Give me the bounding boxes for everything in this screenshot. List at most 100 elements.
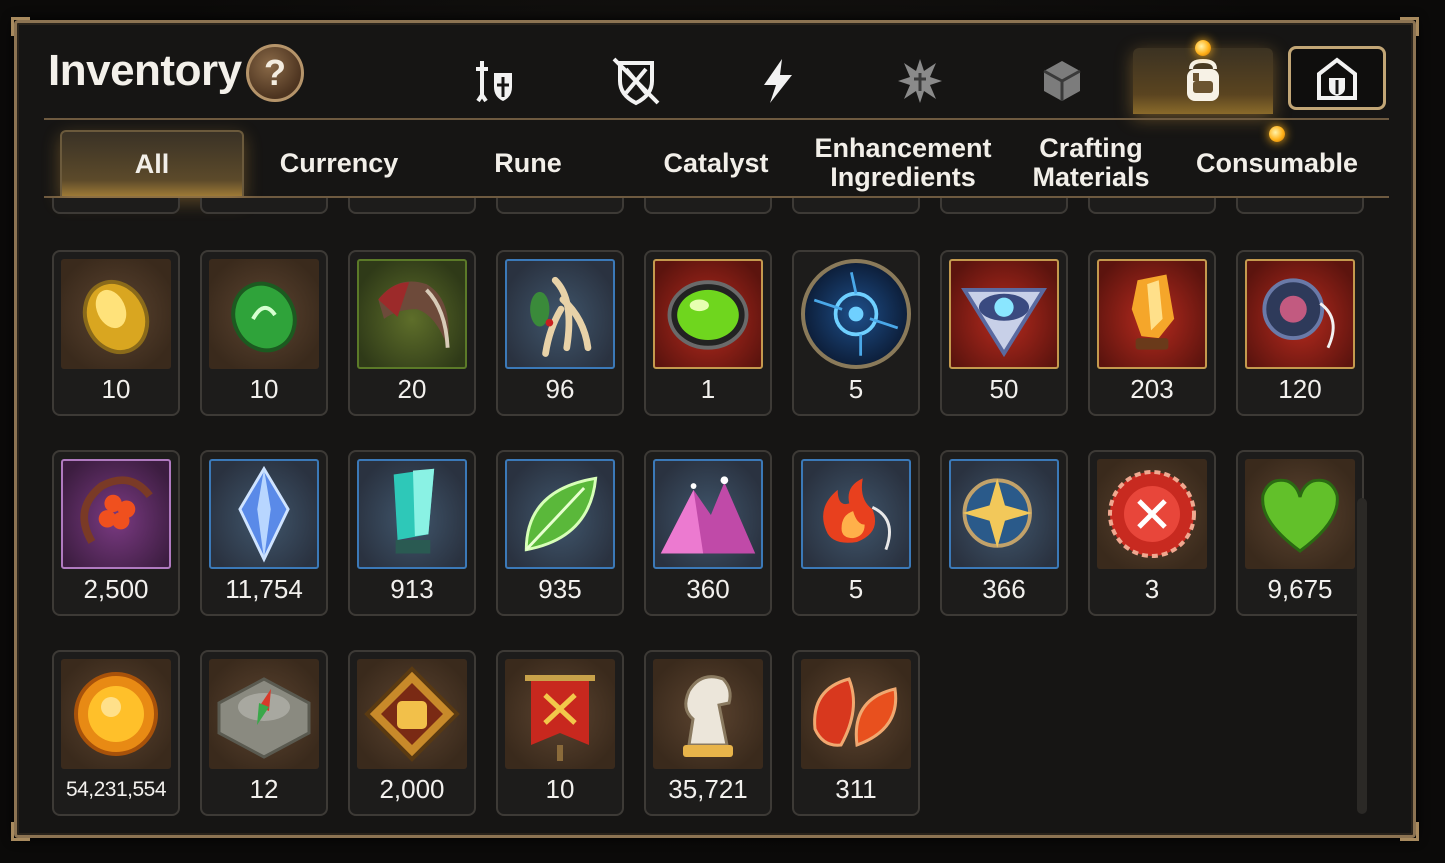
item-slot[interactable]: 96 [496, 250, 624, 416]
item-slot[interactable]: 10 [496, 650, 624, 816]
tab-runes[interactable] [856, 48, 984, 114]
tab-cubes[interactable] [998, 48, 1126, 114]
item-quantity: 11,754 [225, 574, 303, 604]
filter-currency[interactable]: Currency [247, 130, 431, 196]
item-slot[interactable]: 54,231,554 [52, 650, 180, 816]
green-leaf-icon [505, 459, 615, 569]
item-quantity: 366 [982, 574, 1026, 604]
frame-corner [11, 17, 30, 36]
item-slot[interactable]: 35,721 [644, 650, 772, 816]
item-slot[interactable]: 9,675 [1236, 450, 1364, 616]
item-slot[interactable]: 120 [1236, 250, 1364, 416]
red-seal-icon [1097, 459, 1207, 569]
item-slot[interactable]: 50 [940, 250, 1068, 416]
item-slot[interactable]: 2,000 [348, 650, 476, 816]
frame-corner [11, 822, 30, 841]
item-slot-partial[interactable] [1088, 198, 1216, 214]
item-quantity: 311 [835, 774, 877, 804]
item-quantity: 120 [1278, 374, 1322, 404]
notification-dot [1195, 40, 1211, 56]
tab-inventory[interactable] [1133, 48, 1273, 114]
filter-rune[interactable]: Rune [436, 130, 620, 196]
item-slot[interactable]: 203 [1088, 250, 1216, 416]
backpack-icon [1187, 58, 1219, 101]
item-slot[interactable]: 935 [496, 450, 624, 616]
header-divider [44, 118, 1389, 120]
item-quantity: 10 [249, 374, 279, 404]
chess-knight-icon [653, 659, 763, 769]
star-amulet-icon [949, 459, 1059, 569]
pink-mountain-icon [653, 459, 763, 569]
tab-armor[interactable] [572, 48, 700, 114]
item-grid[interactable]: 10 10 20 96 1 5 50 203 120 2,500 11,754 … [44, 198, 1374, 824]
help-button[interactable]: ? [246, 44, 304, 102]
red-flower-ring-icon [61, 459, 171, 569]
item-quantity: 360 [686, 574, 730, 604]
cube-icon [1043, 61, 1081, 101]
item-quantity: 5 [848, 574, 864, 604]
item-slot-partial[interactable] [348, 198, 476, 214]
filter-enhancement-ingredients[interactable]: Enhancement Ingredients [811, 130, 995, 196]
root-herb-icon [505, 259, 615, 369]
scrollbar[interactable] [1357, 498, 1367, 814]
item-slot[interactable]: 1 [644, 250, 772, 416]
fire-crystal-icon [1097, 259, 1207, 369]
item-slot[interactable]: 366 [940, 450, 1068, 616]
gold-coin-icon [61, 659, 171, 769]
item-slot[interactable]: 3 [1088, 450, 1216, 616]
green-heart-icon [1245, 459, 1355, 569]
red-leaves-icon [801, 659, 911, 769]
battle-banner-icon [505, 659, 615, 769]
blue-rune-disc-icon [801, 259, 911, 369]
item-slot-partial[interactable] [644, 198, 772, 214]
notification-dot [1269, 126, 1285, 142]
item-quantity: 2,000 [379, 774, 445, 804]
page-title: Inventory [48, 46, 242, 95]
item-slot[interactable]: 5 [792, 450, 920, 616]
item-slot-partial[interactable] [52, 198, 180, 214]
item-slot-partial[interactable] [792, 198, 920, 214]
filter-crafting-materials[interactable]: Crafting Materials [999, 130, 1183, 196]
item-slot-partial[interactable] [940, 198, 1068, 214]
item-slot[interactable]: 311 [792, 650, 920, 816]
item-slot-partial[interactable] [200, 198, 328, 214]
green-orb-icon [653, 259, 763, 369]
item-slot[interactable]: 10 [52, 250, 180, 416]
tab-skills[interactable] [714, 48, 842, 114]
item-quantity: 12 [249, 774, 279, 804]
item-slot[interactable]: 5 [792, 250, 920, 416]
yellow-gem-icon [61, 259, 171, 369]
eye-emblem-icon [949, 259, 1059, 369]
filter-catalyst[interactable]: Catalyst [624, 130, 808, 196]
item-slot[interactable]: 11,754 [200, 450, 328, 616]
item-quantity: 35,721 [668, 774, 748, 804]
item-quantity: 54,231,554 [65, 778, 167, 801]
item-slot[interactable]: 913 [348, 450, 476, 616]
item-quantity: 20 [397, 374, 427, 404]
lightning-icon [764, 59, 792, 103]
item-slot-partial[interactable] [496, 198, 624, 214]
item-quantity: 1 [700, 374, 716, 404]
filter-all[interactable]: All [60, 130, 244, 196]
blue-crystal-icon [209, 459, 319, 569]
item-slot[interactable]: 360 [644, 450, 772, 616]
item-slot-partial[interactable] [1236, 198, 1364, 214]
tab-guild[interactable] [1288, 46, 1386, 110]
fire-pendant-icon [801, 459, 911, 569]
item-slot[interactable]: 20 [348, 250, 476, 416]
item-quantity: 5 [848, 374, 864, 404]
item-quantity: 203 [1130, 374, 1174, 404]
hero-gear-icon [476, 61, 512, 103]
guild-helmet-icon [1317, 57, 1357, 100]
item-quantity: 10 [101, 374, 131, 404]
item-slot[interactable]: 2,500 [52, 450, 180, 616]
item-slot[interactable]: 12 [200, 650, 328, 816]
no-shield-icon [612, 57, 660, 106]
stone-compass-icon [209, 659, 319, 769]
ring-pendant-icon [1245, 259, 1355, 369]
item-quantity: 10 [545, 774, 575, 804]
item-slot[interactable]: 10 [200, 250, 328, 416]
item-quantity: 2,500 [83, 574, 149, 604]
tab-hero-gear[interactable] [430, 48, 558, 114]
teal-crystal-icon [357, 459, 467, 569]
